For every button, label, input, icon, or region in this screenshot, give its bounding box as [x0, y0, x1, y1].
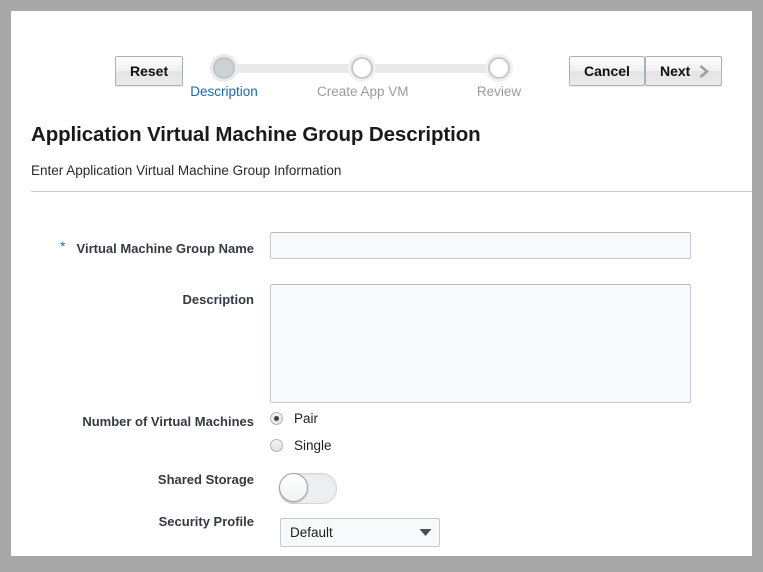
radio-option-pair[interactable]: Pair [270, 411, 318, 426]
train-label-create-app-vm[interactable]: Create App VM [317, 84, 407, 99]
wizard-page: Reset Cancel Next Description Create App… [11, 11, 752, 556]
train-node-description[interactable] [213, 57, 235, 79]
train-label-review[interactable]: Review [454, 84, 544, 99]
next-button[interactable]: Next [645, 56, 722, 86]
header-divider [31, 191, 752, 192]
security-profile-label: Security Profile [71, 514, 254, 529]
required-asterisk: * [60, 237, 65, 256]
shared-storage-toggle-knob[interactable] [279, 473, 308, 502]
vmg-name-label: *Virtual Machine Group Name [71, 239, 254, 258]
chevron-right-icon [697, 63, 711, 80]
wizard-train: Description Create App VM Review [201, 51, 521, 101]
radio-pair-control[interactable] [270, 412, 283, 425]
train-node-create-app-vm[interactable] [351, 57, 373, 79]
shared-storage-toggle[interactable] [279, 473, 337, 504]
page-subtitle: Enter Application Virtual Machine Group … [31, 163, 341, 178]
radio-pair-label[interactable]: Pair [294, 411, 318, 426]
security-profile-select[interactable]: Default [280, 518, 440, 547]
cancel-button[interactable]: Cancel [569, 56, 645, 86]
number-of-vms-label: Number of Virtual Machines [31, 414, 254, 429]
train-step-review[interactable]: Review [454, 51, 544, 99]
reset-button-label: Reset [130, 63, 168, 79]
cancel-button-label: Cancel [584, 63, 630, 79]
description-textarea[interactable] [270, 284, 691, 403]
radio-single-control[interactable] [270, 439, 283, 452]
train-label-description[interactable]: Description [179, 84, 269, 99]
wizard-toolbar: Reset Cancel Next Description Create App… [11, 11, 752, 101]
vmg-name-label-text: Virtual Machine Group Name [77, 241, 254, 256]
train-step-description[interactable]: Description [179, 51, 269, 99]
shared-storage-label: Shared Storage [71, 472, 254, 487]
chevron-down-icon[interactable] [411, 528, 439, 537]
vmg-name-input[interactable] [270, 232, 691, 259]
radio-option-single[interactable]: Single [270, 438, 332, 453]
train-node-review[interactable] [488, 57, 510, 79]
train-step-create-app-vm[interactable]: Create App VM [317, 51, 407, 99]
radio-single-label[interactable]: Single [294, 438, 332, 453]
reset-button[interactable]: Reset [115, 56, 183, 86]
security-profile-selected-value: Default [281, 525, 411, 540]
description-label: Description [71, 292, 254, 307]
next-button-label: Next [660, 63, 690, 79]
page-title: Application Virtual Machine Group Descri… [31, 123, 481, 147]
